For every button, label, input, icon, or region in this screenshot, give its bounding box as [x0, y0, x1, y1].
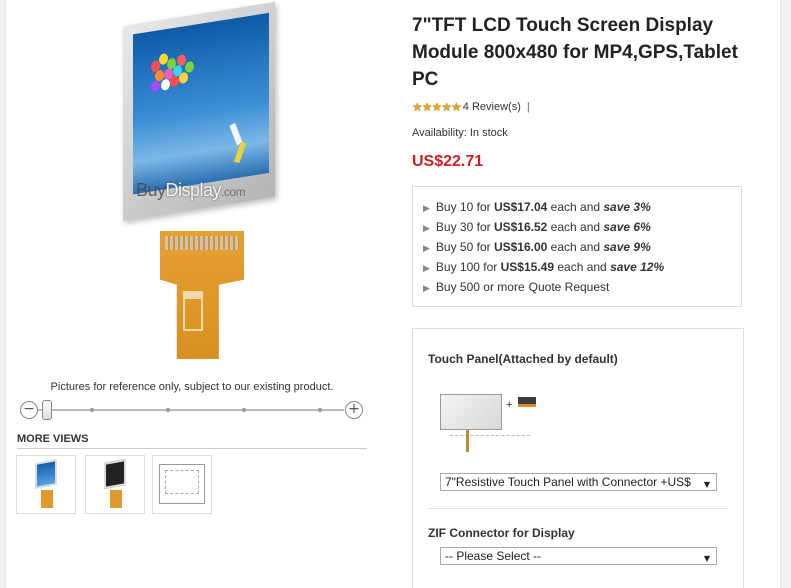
page: BuyDisplay.com Pictures for reference on…	[5, 0, 781, 588]
touch-panel-select[interactable]: 7"Resistive Touch Panel with Connector +…	[440, 473, 717, 491]
reference-note: Pictures for reference only, subject to …	[50, 381, 334, 393]
fpc-components	[165, 236, 239, 250]
thumbnail-logo-screen[interactable]	[85, 455, 145, 514]
bullet-arrow-icon: ▶	[423, 204, 430, 214]
quote-request-link[interactable]: Quote Request	[529, 280, 610, 294]
tier-pricing-box: ▶ Buy 10 for US$17.04 each and save 3% ▶ B…	[412, 186, 742, 307]
dropdown-caret-icon: ▼	[703, 480, 710, 489]
image-zoom-slider[interactable]: − +	[16, 399, 368, 420]
product-rating: ★★★★★ 4 Review(s) |	[412, 100, 530, 114]
buydisplay-watermark: BuyDisplay.com	[136, 180, 246, 200]
fpc-marking	[183, 291, 203, 331]
bullet-arrow-icon: ▶	[423, 224, 430, 234]
product-price: US$22.71	[412, 153, 484, 170]
zoom-track[interactable]	[38, 409, 344, 411]
bullet-arrow-icon: ▶	[423, 284, 430, 294]
dropdown-caret-icon: ▼	[703, 554, 710, 563]
tier-price-row: ▶ Buy 30 for US$16.52 each and save 6%	[423, 220, 651, 234]
tier-price-row: ▶ Buy 10 for US$17.04 each and save 3%	[423, 200, 651, 214]
bullet-arrow-icon: ▶	[423, 244, 430, 254]
zif-connector-label: ZIF Connector for Display	[428, 526, 575, 540]
touch-panel-label: Touch Panel(Attached by default)	[428, 352, 618, 366]
zoom-out-button[interactable]: −	[20, 401, 38, 419]
rating-separator: |	[526, 101, 530, 113]
star-rating-icon: ★★★★★	[412, 100, 462, 114]
zoom-handle[interactable]	[42, 400, 52, 420]
availability-status: Availability: In stock	[412, 127, 508, 139]
thumbnail-drawing[interactable]	[152, 455, 212, 514]
reviews-link[interactable]: 4 Review(s)	[463, 101, 521, 113]
product-options-box: Touch Panel(Attached by default) + 7"Res…	[412, 328, 744, 588]
more-views-heading: MORE VIEWS	[17, 433, 367, 449]
thumbnail-front[interactable]	[16, 455, 76, 514]
zoom-in-button[interactable]: +	[345, 401, 363, 419]
lcd-screen-image	[133, 12, 269, 195]
zif-connector-select[interactable]: -- Please Select -- ▼	[440, 547, 717, 565]
tier-price-row: ▶ Buy 100 for US$15.49 each and save 12%	[423, 260, 665, 274]
quote-request-row: ▶ Buy 500 or more Quote Request	[423, 280, 610, 294]
touch-panel-image: +	[440, 389, 550, 469]
product-title: 7"TFT LCD Touch Screen Display Module 80…	[412, 15, 738, 90]
options-divider	[428, 508, 728, 509]
bullet-arrow-icon: ▶	[423, 264, 430, 274]
tier-price-row: ▶ Buy 50 for US$16.00 each and save 9%	[423, 240, 651, 254]
